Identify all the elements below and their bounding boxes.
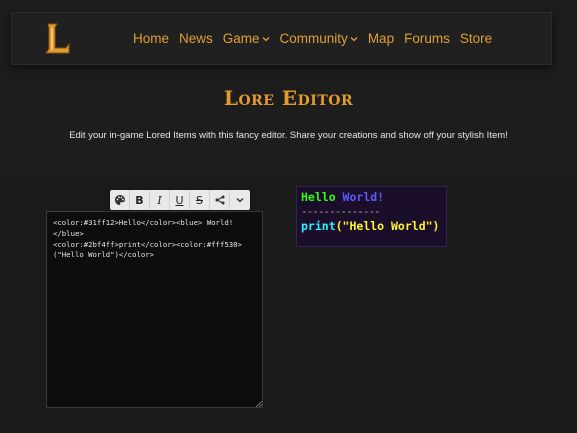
bold-icon: B xyxy=(135,193,144,207)
nav-news[interactable]: News xyxy=(179,31,213,46)
preview-print: print xyxy=(301,219,336,233)
italic-icon: I xyxy=(157,193,162,207)
nav-home[interactable]: Home xyxy=(133,31,169,46)
preview-line-1: Hello World! xyxy=(301,190,384,204)
preview-separator: -------------- xyxy=(301,205,381,218)
page-title: Lore Editor xyxy=(223,86,354,110)
nav-forums-label: Forums xyxy=(404,31,450,46)
preview-line-2: print("Hello World") xyxy=(301,219,439,233)
palette-icon xyxy=(114,195,125,205)
nav-forums[interactable]: Forums xyxy=(404,31,450,46)
nav-home-label: Home xyxy=(133,31,170,46)
nav-game[interactable]: Game xyxy=(223,31,270,46)
nav-community-label: Community xyxy=(279,31,348,46)
page-subtitle: Edit your in-game Lored Items with this … xyxy=(69,130,508,141)
preview-hello: Hello xyxy=(301,190,336,204)
nav-game-label: Game xyxy=(222,31,260,46)
more-button[interactable] xyxy=(230,190,250,210)
underline-button[interactable]: U xyxy=(170,190,190,210)
share-button[interactable] xyxy=(210,190,230,210)
hero-section: Lore Editor Edit your in-game Lored Item… xyxy=(0,78,577,178)
editor-toolbar: B I U S xyxy=(110,190,250,210)
italic-button[interactable]: I xyxy=(150,190,170,210)
chevron-down-icon xyxy=(236,198,244,203)
preview-args: ("Hello World") xyxy=(335,219,440,233)
lore-preview: Hello World! -------------- print("Hello… xyxy=(296,186,447,247)
underline-icon: U xyxy=(175,193,184,207)
logo-icon[interactable] xyxy=(44,22,72,56)
lore-editor-textarea[interactable]: <color:#31ff12>Hello</color><blue> World… xyxy=(46,211,263,408)
nav-community[interactable]: Community xyxy=(280,31,358,46)
nav-links: Home News Game Community Map Forums Stor… xyxy=(133,13,492,64)
nav-map[interactable]: Map xyxy=(368,31,394,46)
navbar: Home News Game Community Map Forums Stor… xyxy=(11,12,552,65)
nav-map-label: Map xyxy=(367,31,395,46)
share-icon xyxy=(215,195,224,205)
nav-store-label: Store xyxy=(459,31,493,46)
palette-button[interactable] xyxy=(110,190,130,210)
resize-handle-icon[interactable] xyxy=(256,401,262,407)
nav-store[interactable]: Store xyxy=(460,31,492,46)
bold-button[interactable]: B xyxy=(130,190,150,210)
preview-world: World! xyxy=(335,190,385,204)
strikethrough-icon: S xyxy=(196,193,203,207)
chevron-down-icon xyxy=(350,36,358,41)
strikethrough-button[interactable]: S xyxy=(190,190,210,210)
chevron-down-icon xyxy=(262,36,270,41)
nav-news-label: News xyxy=(179,31,213,46)
